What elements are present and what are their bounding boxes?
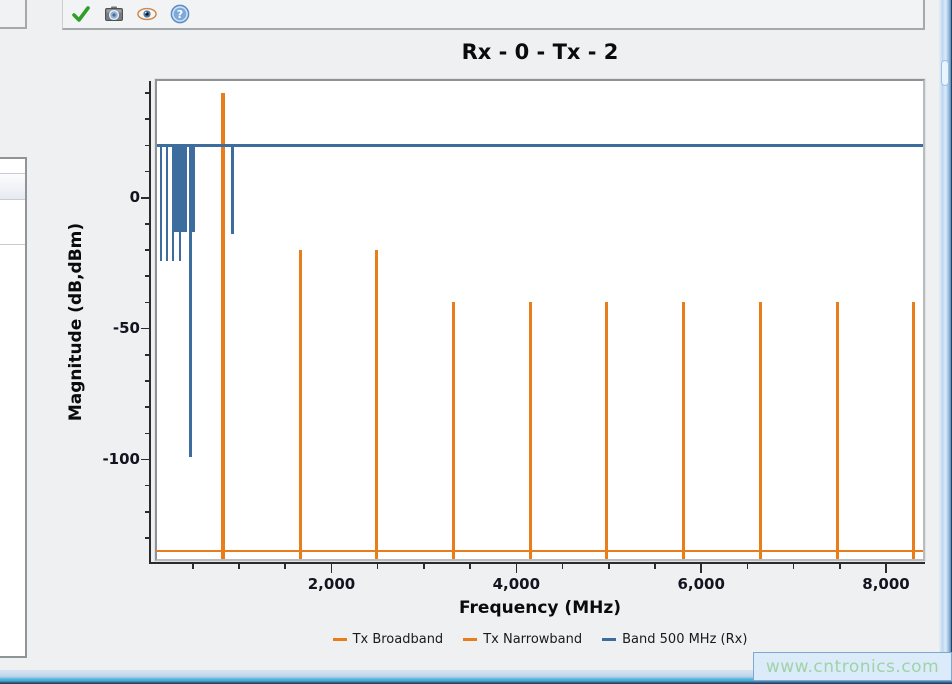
series-spike (912, 302, 915, 559)
series-spike (221, 93, 225, 559)
y-tick-minor (145, 380, 149, 382)
x-tick-major (885, 564, 887, 573)
legend-label: Tx Broadband (353, 632, 444, 647)
x-tick-label: 4,000 (476, 575, 556, 593)
check-icon (71, 4, 91, 24)
y-tick-major (141, 328, 149, 330)
series-baseline (157, 144, 923, 147)
legend-label: Band 500 MHz (Rx) (622, 632, 747, 647)
help-icon: ? (170, 4, 190, 24)
legend-dash (463, 638, 477, 641)
legend-dash (333, 638, 347, 641)
x-tick-minor (747, 564, 749, 569)
series-notch-spike (172, 145, 174, 260)
window-right-border-highlight (941, 60, 949, 86)
y-tick-label: 0 (96, 188, 140, 206)
y-tick-minor (145, 92, 149, 94)
plot-frame (155, 79, 925, 561)
app-window: ? Rx - 0 - Tx - 2 2,000 4,000 6,000 8,000 0 -… (0, 0, 952, 684)
y-tick-major (141, 459, 149, 461)
series-spike (682, 302, 685, 559)
snapshot-camera-button[interactable] (103, 3, 125, 25)
y-axis-title: Magnitude (dB,dBm) (66, 172, 90, 472)
left-toolbar-stub (0, 0, 27, 29)
x-tick-minor (839, 564, 841, 569)
y-tick-label: -50 (96, 319, 140, 337)
x-tick-major (331, 564, 333, 573)
x-tick-minor (562, 564, 564, 569)
y-tick-minor (145, 249, 149, 251)
series-notch-spike (189, 145, 192, 457)
x-tick-minor (423, 564, 425, 569)
legend-label: Tx Narrowband (483, 632, 582, 647)
y-tick-minor (145, 223, 149, 225)
chart-title: Rx - 0 - Tx - 2 (157, 40, 923, 64)
y-tick-label: -100 (96, 450, 140, 468)
series-spike (529, 302, 532, 559)
camera-icon (104, 4, 124, 24)
y-tick-minor (145, 511, 149, 513)
x-tick-label: 6,000 (661, 575, 741, 593)
left-panel-row-divider (0, 199, 25, 200)
y-tick-minor (145, 275, 149, 277)
series-spike (836, 302, 839, 559)
series-spike (375, 250, 378, 559)
y-tick-minor (145, 354, 149, 356)
x-tick-minor (238, 564, 240, 569)
x-tick-major (700, 564, 702, 573)
window-right-border (939, 0, 952, 684)
x-tick-label: 2,000 (291, 575, 371, 593)
watermark: www.cntronics.com (753, 652, 952, 681)
series-notch-spike (166, 145, 168, 260)
x-tick-label: 8,000 (846, 575, 926, 593)
series-spike (452, 302, 455, 559)
y-tick-minor (145, 145, 149, 147)
series-notch-spike (160, 145, 162, 260)
series-spike (605, 302, 608, 559)
x-axis-line (149, 562, 925, 564)
y-tick-major (141, 197, 149, 199)
svg-text:?: ? (177, 8, 183, 21)
y-tick-minor (145, 406, 149, 408)
y-tick-minor (145, 118, 149, 120)
x-tick-minor (793, 564, 795, 569)
x-tick-minor (377, 564, 379, 569)
toolbar: ? (62, 0, 925, 30)
confirm-check-button[interactable] (70, 3, 92, 25)
y-axis-line (149, 81, 151, 563)
series-hline (157, 550, 923, 553)
series-notch-spike (231, 145, 234, 234)
x-tick-minor (608, 564, 610, 569)
legend-item: Tx Narrowband (463, 632, 582, 647)
left-panel-selected-row (0, 174, 25, 199)
legend-dash (602, 638, 616, 641)
legend-item: Tx Broadband (333, 632, 444, 647)
x-tick-major (516, 564, 518, 573)
eye-icon (137, 6, 157, 22)
y-tick-minor (145, 485, 149, 487)
plot-area (157, 81, 923, 559)
x-tick-minor (192, 564, 194, 569)
help-button[interactable]: ? (169, 3, 191, 25)
x-tick-minor (654, 564, 656, 569)
left-panel-row-divider (0, 244, 25, 245)
x-axis-title: Frequency (MHz) (157, 598, 923, 618)
legend: Tx Broadband Tx Narrowband Band 500 MHz (R… (157, 632, 923, 647)
series-spike (759, 302, 762, 559)
series-notch-spike (179, 145, 181, 260)
legend-item: Band 500 MHz (Rx) (602, 632, 747, 647)
y-tick-minor (145, 171, 149, 173)
x-tick-minor (284, 564, 286, 569)
y-tick-minor (145, 433, 149, 435)
y-tick-minor (145, 537, 149, 539)
series-spike (299, 250, 302, 559)
y-tick-minor (145, 302, 149, 304)
left-panel-fragment[interactable] (0, 157, 27, 658)
x-tick-minor (469, 564, 471, 569)
preview-eye-button[interactable] (136, 3, 158, 25)
